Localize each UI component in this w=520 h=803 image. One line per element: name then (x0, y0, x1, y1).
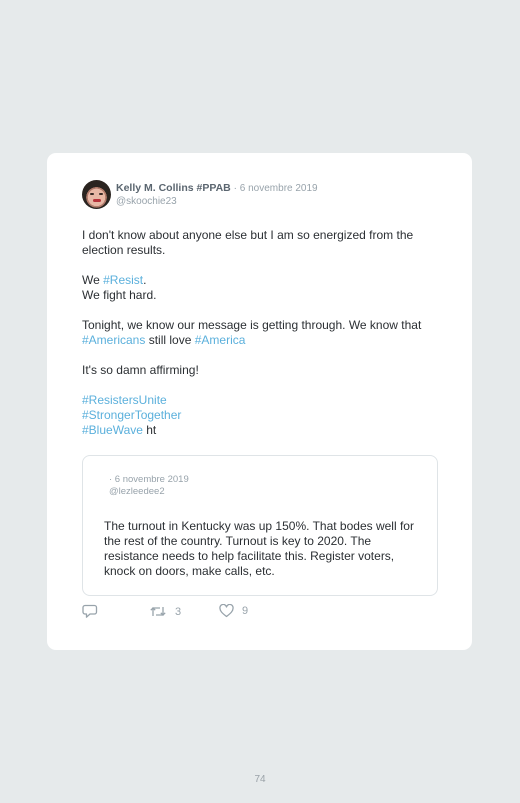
text-segment: ht (142, 423, 157, 437)
hashtag-link[interactable]: #Americans (82, 333, 145, 347)
tweet-date: · 6 novembre 2019 (233, 183, 318, 194)
text-segment: still love (145, 333, 195, 347)
tweet-paragraph: I don't know about anyone else but I am … (82, 228, 414, 257)
text-segment: We (82, 273, 104, 287)
like-count: 9 (242, 605, 249, 617)
tweet-paragraph: #ResistersUnite #StrongerTogether #BlueW… (82, 393, 442, 438)
like-button[interactable]: 9 (219, 604, 248, 618)
retweet-count: 3 (175, 605, 182, 618)
tweet-paragraph: Tonight, we know our message is getting … (82, 318, 442, 348)
tweet-paragraph: It's so damn affirming! (82, 363, 199, 377)
text-segment: Tonight, we know our message is getting … (82, 318, 422, 332)
text-segment: . (143, 273, 147, 287)
quoted-tweet-date: · 6 novembre 2019 (109, 474, 189, 485)
tweet-paragraph: We #Resist. We fight hard. (82, 273, 442, 303)
tweet-card: Kelly M. Collins #PPAB · 6 novembre 2019… (47, 153, 472, 650)
hashtag-link[interactable]: #America (195, 333, 246, 347)
avatar-eye (99, 193, 103, 195)
retweet-button[interactable]: 3 (149, 604, 181, 619)
quoted-tweet-handle[interactable]: @lezleedee2 (109, 486, 165, 497)
hashtag-link[interactable]: #BlueWave (82, 423, 143, 437)
retweet-icon (150, 607, 166, 616)
quoted-tweet-text: The turnout in Kentucky was up 150%. Tha… (104, 519, 414, 578)
avatar-eye (90, 193, 94, 195)
hashtag-link[interactable]: #StrongerTogether (82, 408, 181, 422)
avatar[interactable] (82, 180, 111, 209)
heart-icon (219, 604, 234, 618)
name-line: Kelly M. Collins #PPAB · 6 novembre 2019 (116, 182, 318, 194)
hashtag-link[interactable]: #ResistersUnite (82, 393, 167, 407)
page-number: 74 (254, 774, 266, 785)
avatar-lips (93, 199, 101, 202)
hashtag-link[interactable]: #Resist (103, 273, 143, 287)
reply-button[interactable] (82, 604, 98, 619)
reply-icon (82, 604, 98, 618)
user-handle[interactable]: @skoochie23 (116, 196, 177, 207)
text-segment: We fight hard. (82, 288, 157, 302)
display-name[interactable]: Kelly M. Collins #PPAB (116, 182, 231, 194)
quoted-tweet[interactable]: · 6 novembre 2019 @lezleedee2 The turnou… (82, 455, 438, 596)
tweet-body: I don't know about anyone else but I am … (82, 228, 442, 453)
tweet-actions: 3 9 (82, 604, 382, 620)
